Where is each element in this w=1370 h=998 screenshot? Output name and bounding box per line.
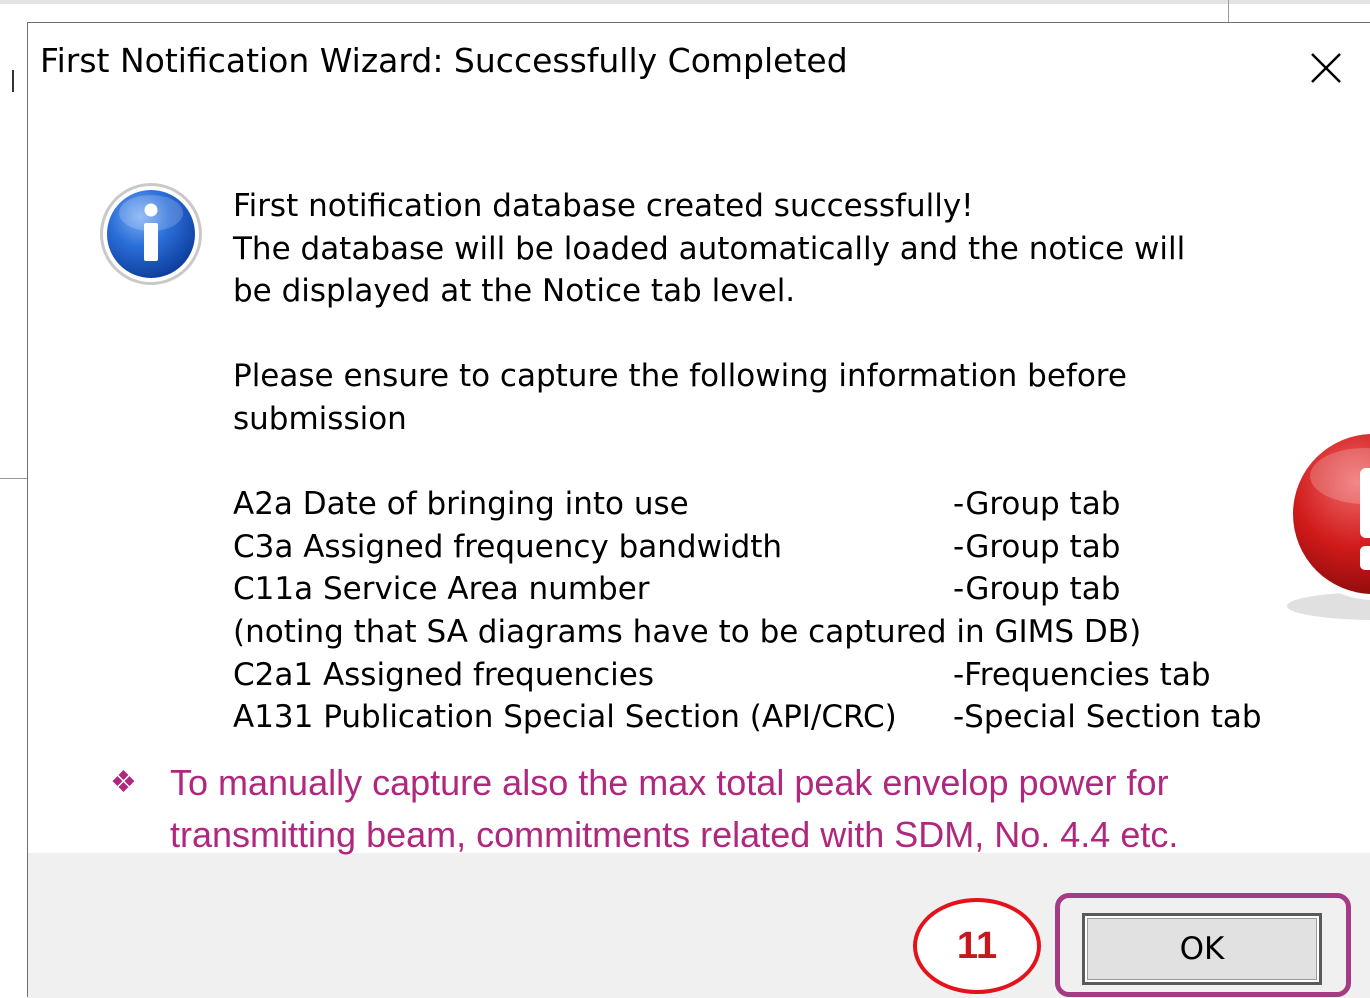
message-body: First notification database created succ… xyxy=(233,185,1343,739)
requirement-code: C2a1 Assigned frequencies xyxy=(233,656,654,693)
annotation-line: To manually capture also the max total p… xyxy=(170,762,1169,803)
annotation-line: transmitting beam, commitments related w… xyxy=(170,814,1179,855)
requirement-tab: -Group tab xyxy=(953,528,1121,565)
requirement-row: A2a Date of bringing into use -Group tab xyxy=(233,483,1343,526)
requirement-code: A2a Date of bringing into use xyxy=(233,486,689,523)
info-icon xyxy=(98,181,204,287)
message-line: First notification database created succ… xyxy=(233,188,974,224)
background-divider xyxy=(0,478,27,479)
ok-button[interactable]: OK xyxy=(1082,913,1322,985)
requirement-tab: -Frequencies tab xyxy=(953,656,1211,693)
requirement-row: C3a Assigned frequency bandwidth -Group … xyxy=(233,526,1343,569)
ensure-line: Please ensure to capture the following i… xyxy=(233,358,1127,395)
requirement-code: C3a Assigned frequency bandwidth xyxy=(233,528,783,565)
background-window-edge xyxy=(0,0,1370,4)
requirement-row: C11a Service Area number -Group tab xyxy=(233,568,1343,611)
requirement-tab: -Special Section tab xyxy=(953,699,1262,736)
requirement-note: (noting that SA diagrams have to be capt… xyxy=(233,613,1142,650)
close-icon xyxy=(1311,53,1341,83)
annotation-note: ❖ To manually capture also the max total… xyxy=(110,757,1340,861)
ensure-line: submission xyxy=(233,400,407,437)
requirement-row: A131 Publication Special Section (API/CR… xyxy=(233,696,1343,739)
diamond-bullet-icon: ❖ xyxy=(110,766,137,799)
message-line: The database will be loaded automaticall… xyxy=(233,230,1186,267)
warning-icon xyxy=(1285,428,1370,628)
background-divider xyxy=(1228,0,1229,22)
dialog-title: First Notification Wizard: Successfully … xyxy=(40,41,848,80)
step-number-badge: 11 xyxy=(913,898,1041,994)
requirement-tab: -Group tab xyxy=(953,486,1121,523)
message-dialog: First Notification Wizard: Successfully … xyxy=(27,22,1370,998)
requirement-row: C2a1 Assigned frequencies -Frequencies t… xyxy=(233,654,1343,697)
requirement-tab: -Group tab xyxy=(953,571,1121,608)
dialog-footer: 11 OK xyxy=(28,853,1370,998)
requirement-code: C11a Service Area number xyxy=(233,571,650,608)
message-line: be displayed at the Notice tab level. xyxy=(233,273,796,310)
requirement-code: A131 Publication Special Section (API/CR… xyxy=(233,699,897,736)
close-button[interactable] xyxy=(1301,45,1351,91)
background-cursor-mark xyxy=(12,70,14,92)
